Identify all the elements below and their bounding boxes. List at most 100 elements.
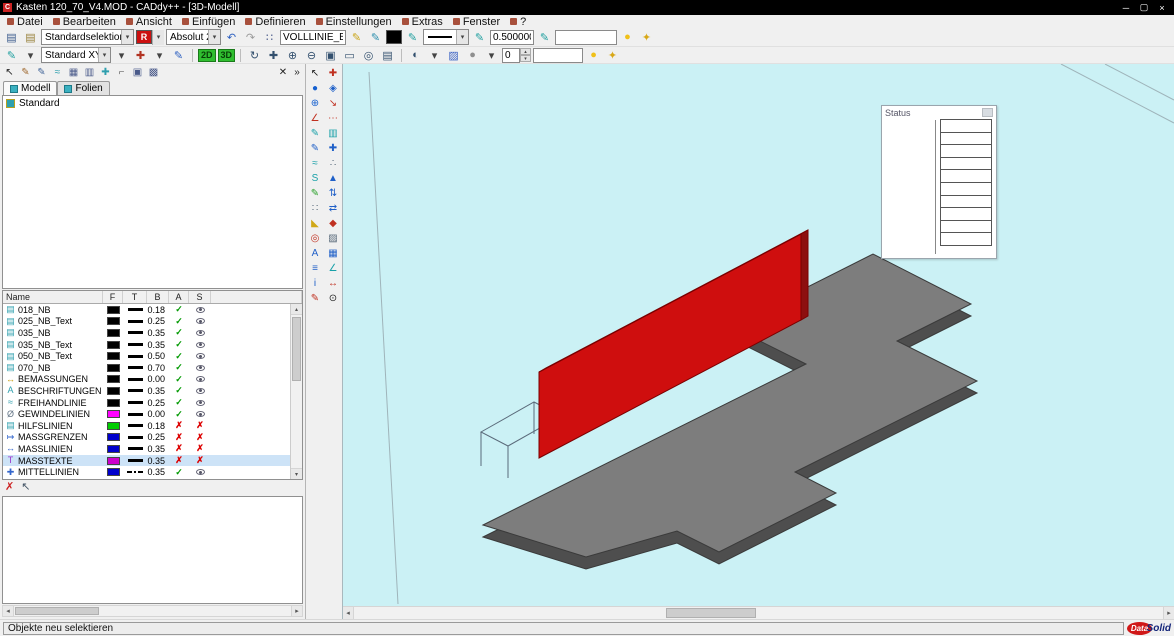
layer-visible-cell[interactable] [189,400,211,406]
layer-active-cell[interactable]: ✓ [169,328,189,337]
layer-active-cell[interactable]: ✓ [169,386,189,395]
layer-active-cell[interactable]: ✗ [169,421,189,430]
tab-folien[interactable]: Folien [57,81,109,95]
selection-combo[interactable]: Standardselektion▾ [41,29,134,45]
layer-linetype-cell[interactable] [123,424,147,427]
lightbulb-icon[interactable]: ● [585,47,602,63]
layer-linetype-cell[interactable] [123,389,147,392]
select-arrow-icon[interactable]: ↖ [307,66,323,80]
layer-visible-cell[interactable]: ✗ [189,456,211,465]
layer-color-cell[interactable] [103,387,123,395]
scroll-right-icon[interactable]: ▸ [291,606,302,616]
edit-pen-icon[interactable]: ✎ [34,65,49,79]
corner-icon[interactable]: ⌐ [114,65,129,79]
scroll-up-icon[interactable]: ▴ [291,304,302,315]
chevron-down-icon[interactable]: ▾ [456,30,468,44]
text-tool-icon[interactable]: A [307,246,323,260]
lightbulb-icon[interactable]: ● [619,29,636,45]
chevron-down-icon[interactable]: ▾ [98,48,110,62]
close-panel-icon[interactable]: ✕ [277,67,289,78]
view-list-icon[interactable]: ▤ [379,47,396,63]
layer-row[interactable]: TMASSTEXTE0.35✗✗ [3,455,290,467]
layer-row[interactable]: ABESCHRIFTUNGEN0.35✓ [3,385,290,397]
layer-pen-icon[interactable]: ✎ [3,47,20,63]
zoom-extents-icon[interactable]: ▭ [341,47,358,63]
column-header[interactable]: T [123,291,147,303]
scroll-down-icon[interactable]: ▾ [291,468,302,479]
layer-color-cell[interactable] [103,457,123,465]
viewport[interactable]: Status ◂ ▸ [342,64,1174,619]
layer-color-cell[interactable] [103,317,123,325]
layer-active-cell[interactable]: ✓ [169,468,189,477]
layer-active-cell[interactable]: ✓ [169,398,189,407]
layer-color-cell[interactable] [103,306,123,314]
workplane-combo[interactable]: Standard XY▾ [41,47,111,63]
status-panel-button[interactable] [982,108,993,117]
layer-table-scrollbar[interactable]: ▴ ▾ [290,304,302,479]
layer-color-cell[interactable] [103,422,123,430]
line-pen-icon[interactable]: ✎ [307,141,323,155]
updown-arrow-icon[interactable]: ⇅ [325,186,341,200]
mode-3d-badge[interactable]: 3D [218,49,236,62]
snap-grid-icon[interactable]: ▦ [325,246,341,260]
spline-icon[interactable]: S [307,171,323,185]
layer-active-cell[interactable]: ✗ [169,456,189,465]
menu-item[interactable]: Datei [2,15,48,28]
menu-item[interactable]: Definieren [240,15,310,28]
axis-icon[interactable]: ∠ [307,111,323,125]
layer-color-cell[interactable] [103,445,123,453]
scatter-icon[interactable]: ∴ [325,156,341,170]
column-header[interactable]: F [103,291,123,303]
layer-linetype-cell[interactable] [123,366,147,369]
menu-item[interactable]: Bearbeiten [48,15,121,28]
key-icon[interactable]: ✦ [638,29,655,45]
more-tools-icon[interactable]: » [291,67,303,78]
value-spinner[interactable]: ▴▾ [502,48,531,63]
key-icon[interactable]: ✦ [604,47,621,63]
column-header[interactable]: B [147,291,169,303]
layer-active-cell[interactable]: ✗ [169,433,189,442]
render-mode-icon[interactable]: ◐ [407,47,424,63]
chevron-down-icon[interactable]: ▾ [208,30,220,44]
layer-visible-cell[interactable]: ✗ [189,444,211,453]
restore-button[interactable]: ▢ [1135,1,1153,14]
layer-visible-cell[interactable] [189,469,211,475]
table-icon[interactable]: ▥ [82,65,97,79]
spinner-down-icon[interactable]: ▾ [520,55,531,62]
layer-color-cell[interactable] [103,375,123,383]
move-corner-icon[interactable]: ↘ [325,96,341,110]
layer-visible-cell[interactable] [189,388,211,394]
scroll-left-icon[interactable]: ◂ [343,607,354,619]
layer-color-cell[interactable] [103,410,123,418]
layer-visible-cell[interactable] [189,330,211,336]
new-file-icon[interactable]: ▤ [3,29,20,45]
plus-tool-icon[interactable]: ✚ [325,141,341,155]
swap-arrow-icon[interactable]: ⇄ [325,201,341,215]
layer-active-cell[interactable]: ✓ [169,410,189,419]
layer-linetype-cell[interactable] [123,378,147,381]
up-arrow-icon[interactable]: ▲ [325,171,341,185]
layer-row[interactable]: ≈FREIHANDLINIE0.25✓ [3,397,290,409]
line-width-input[interactable] [490,30,534,45]
layer-linetype-cell[interactable] [123,401,147,404]
red-panel-side[interactable] [801,230,808,320]
layer-color-cell[interactable] [103,352,123,360]
tab-modell[interactable]: Modell [3,81,57,95]
v-scrollbar-thumb[interactable] [292,317,301,381]
layer-visible-cell[interactable] [189,411,211,417]
aux-name-input[interactable] [555,30,617,45]
snap-cross-icon[interactable]: ✚ [98,65,113,79]
layer-color-cell[interactable] [103,341,123,349]
layer-active-cell[interactable]: ✓ [169,340,189,349]
layer-row[interactable]: ✚MITTELLINIEN0.35✓ [3,466,290,478]
menu-item[interactable]: Extras [397,15,448,28]
measure-icon[interactable]: ↔ [325,276,341,290]
red-pen-icon[interactable]: ✎ [307,291,323,305]
menu-item[interactable]: ? [505,15,531,28]
undo-icon[interactable]: ↶ [223,29,240,45]
pen-style-icon[interactable]: ✎ [536,29,553,45]
diamond-icon[interactable]: ◆ [325,216,341,230]
h-scrollbar-thumb[interactable] [666,608,756,618]
close-button[interactable]: × [1153,1,1171,14]
point-tool-icon[interactable]: ● [307,81,323,95]
